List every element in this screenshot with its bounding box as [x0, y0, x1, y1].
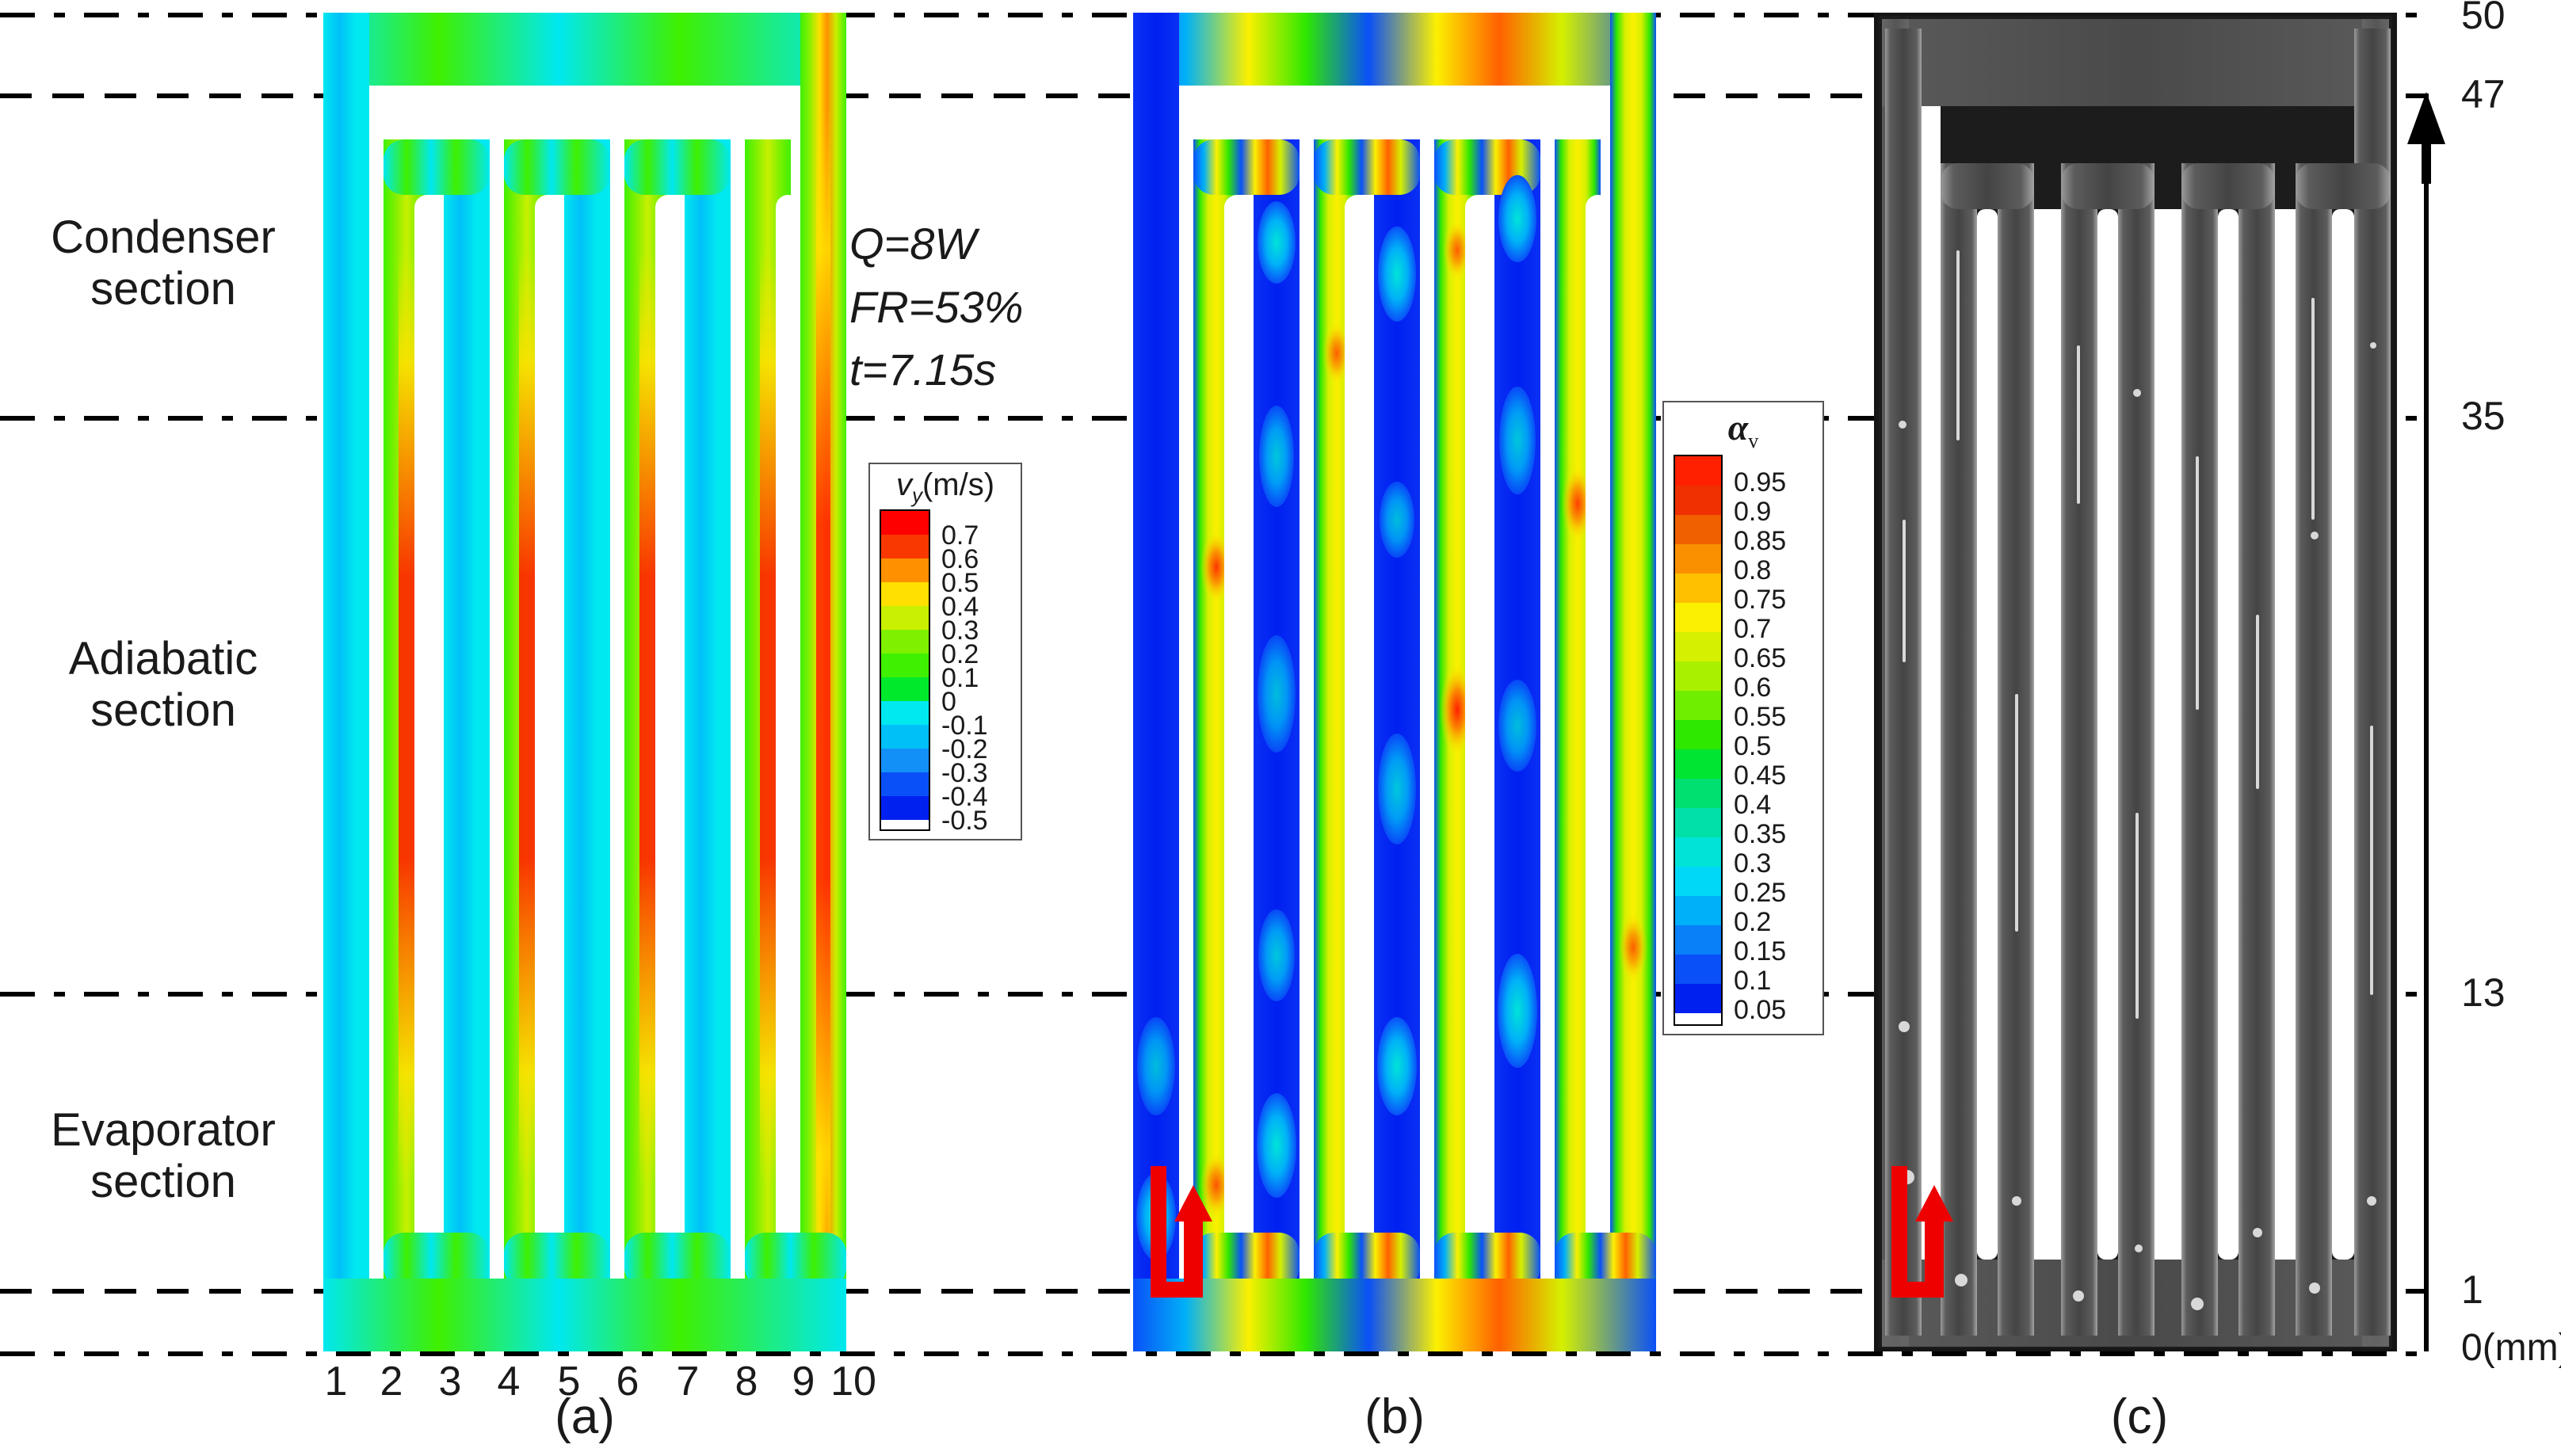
panel-caption-c: (c): [2110, 1389, 2169, 1444]
panel-caption-b: (b): [1364, 1389, 1425, 1444]
reference-line-0mm: [0, 1351, 2425, 1356]
colorbar-velocity-tick-3: 0.4: [941, 592, 979, 622]
colorbar-velocity-tick-1: 0.6: [941, 544, 979, 574]
colorbar-velocity-title: vy(m/s): [895, 467, 995, 507]
channel-number-10: 10: [830, 1359, 876, 1405]
panel-b-svg: [1133, 13, 1656, 1351]
annotation-heat-input: Q=8W: [849, 219, 977, 269]
section-label-adiabatic-line1: Adiabatic: [68, 633, 258, 684]
colorbar-velocity: vy(m/s) 0.7 0.6 0.5 0.4 0.3 0.2 0.1 0 -0…: [868, 463, 1022, 840]
section-label-adiabatic: Adiabatic section: [5, 633, 322, 737]
panel-a-velocity-contour: [323, 13, 846, 1351]
colorbar-velocity-ticks: 0.7 0.6 0.5 0.4 0.3 0.2 0.1 0 -0.1 -0.2 …: [941, 520, 988, 836]
colorbar-velocity-tick-7: 0: [941, 687, 956, 717]
colorbar-alpha-tick-0: 0.95: [1734, 467, 1787, 498]
colorbar-alpha-tick-11: 0.4: [1734, 790, 1772, 821]
colorbar-alpha-tick-14: 0.25: [1734, 878, 1787, 909]
colorbar-alpha-tick-13: 0.3: [1734, 848, 1772, 879]
axis-vertical-line: [2424, 93, 2429, 1351]
colorbar-alpha-tick-4: 0.75: [1734, 585, 1787, 616]
channel-number-9: 9: [792, 1359, 815, 1405]
colorbar-alpha-tick-12: 0.35: [1734, 819, 1787, 850]
axis-unit-label: 0(mm): [2461, 1327, 2561, 1369]
section-label-evaporator-line1: Evaporator: [51, 1104, 276, 1156]
colorbar-alpha-tick-3: 0.8: [1734, 555, 1772, 586]
colorbar-velocity-bar: [880, 509, 930, 831]
colorbar-velocity-tick-11: -0.4: [941, 782, 988, 812]
colorbar-velocity-tick-0: 0.7: [941, 520, 979, 551]
colorbar-alpha-tick-17: 0.1: [1734, 966, 1772, 997]
flow-direction-marker-panel-c: [1891, 1166, 1953, 1298]
colorbar-alpha-tick-16: 0.15: [1734, 936, 1787, 967]
colorbar-velocity-tick-10: -0.3: [941, 758, 988, 788]
channel-number-1: 1: [324, 1359, 348, 1405]
annotation-time: t=7.15s: [849, 345, 997, 395]
colorbar-velocity-tick-5: 0.2: [941, 639, 979, 669]
channel-number-8: 8: [735, 1359, 758, 1405]
colorbar-velocity-tick-6: 0.1: [941, 663, 979, 693]
axis-tick-13: 13: [2461, 970, 2506, 1015]
colorbar-alpha-tick-5: 0.7: [1734, 614, 1772, 645]
colorbar-velocity-tick-2: 0.5: [941, 568, 979, 598]
colorbar-velocity-tick-4: 0.3: [941, 616, 979, 646]
section-label-condenser-line2: section: [90, 262, 236, 314]
section-label-adiabatic-line2: section: [90, 684, 236, 736]
section-label-evaporator-line2: section: [90, 1155, 236, 1207]
section-label-condenser-line1: Condenser: [51, 212, 276, 263]
colorbar-velocity-tick-8: -0.1: [941, 711, 988, 741]
axis-tick-35: 35: [2461, 394, 2506, 438]
colorbar-alpha-tick-9: 0.5: [1734, 731, 1772, 762]
colorbar-alpha-tick-18: 0.05: [1734, 995, 1787, 1026]
annotation-filling-ratio: FR=53%: [849, 281, 1024, 332]
axis-tick-47: 47: [2461, 72, 2506, 116]
colorbar-vapor-fraction-bar: [1674, 455, 1723, 1027]
axis-tick-50: 50: [2461, 0, 2506, 37]
section-label-condenser: Condenser section: [5, 212, 322, 315]
colorbar-vapor-fraction: αv 0.95 0.9 0.85 0.8 0.75 0.7 0.65 0.6 0…: [1662, 401, 1824, 1036]
axis-arrow-icon: [2407, 92, 2445, 184]
flow-direction-marker-panel-b: [1151, 1166, 1212, 1298]
panel-c-svg: [1874, 13, 2397, 1351]
colorbar-alpha-tick-7: 0.6: [1734, 673, 1772, 703]
colorbar-alpha-tick-1: 0.9: [1734, 497, 1772, 528]
colorbar-vapor-fraction-title: αv: [1727, 407, 1759, 453]
colorbar-alpha-tick-6: 0.65: [1734, 643, 1787, 674]
colorbar-alpha-tick-15: 0.2: [1734, 907, 1772, 938]
case-annotation: Q=8W FR=53% t=7.15s: [849, 212, 1023, 402]
colorbar-vapor-fraction-ticks: 0.95 0.9 0.85 0.8 0.75 0.7 0.65 0.6 0.55…: [1734, 469, 1786, 1026]
panel-a-svg: [323, 13, 846, 1351]
channel-number-3: 3: [438, 1359, 462, 1405]
panel-b-vapor-fraction-contour: [1133, 13, 1656, 1351]
colorbar-velocity-tick-9: -0.2: [941, 734, 988, 764]
colorbar-alpha-tick-10: 0.45: [1734, 760, 1787, 791]
axis-tick-1: 1: [2461, 1267, 2483, 1312]
colorbar-velocity-tick-12: -0.5: [941, 806, 988, 836]
channel-number-2: 2: [380, 1359, 403, 1405]
panel-c-experimental-photo: [1874, 13, 2397, 1351]
colorbar-alpha-tick-8: 0.55: [1734, 702, 1787, 733]
section-label-evaporator: Evaporator section: [5, 1104, 322, 1208]
panel-caption-a: (a): [555, 1389, 615, 1444]
colorbar-alpha-tick-2: 0.85: [1734, 526, 1787, 557]
